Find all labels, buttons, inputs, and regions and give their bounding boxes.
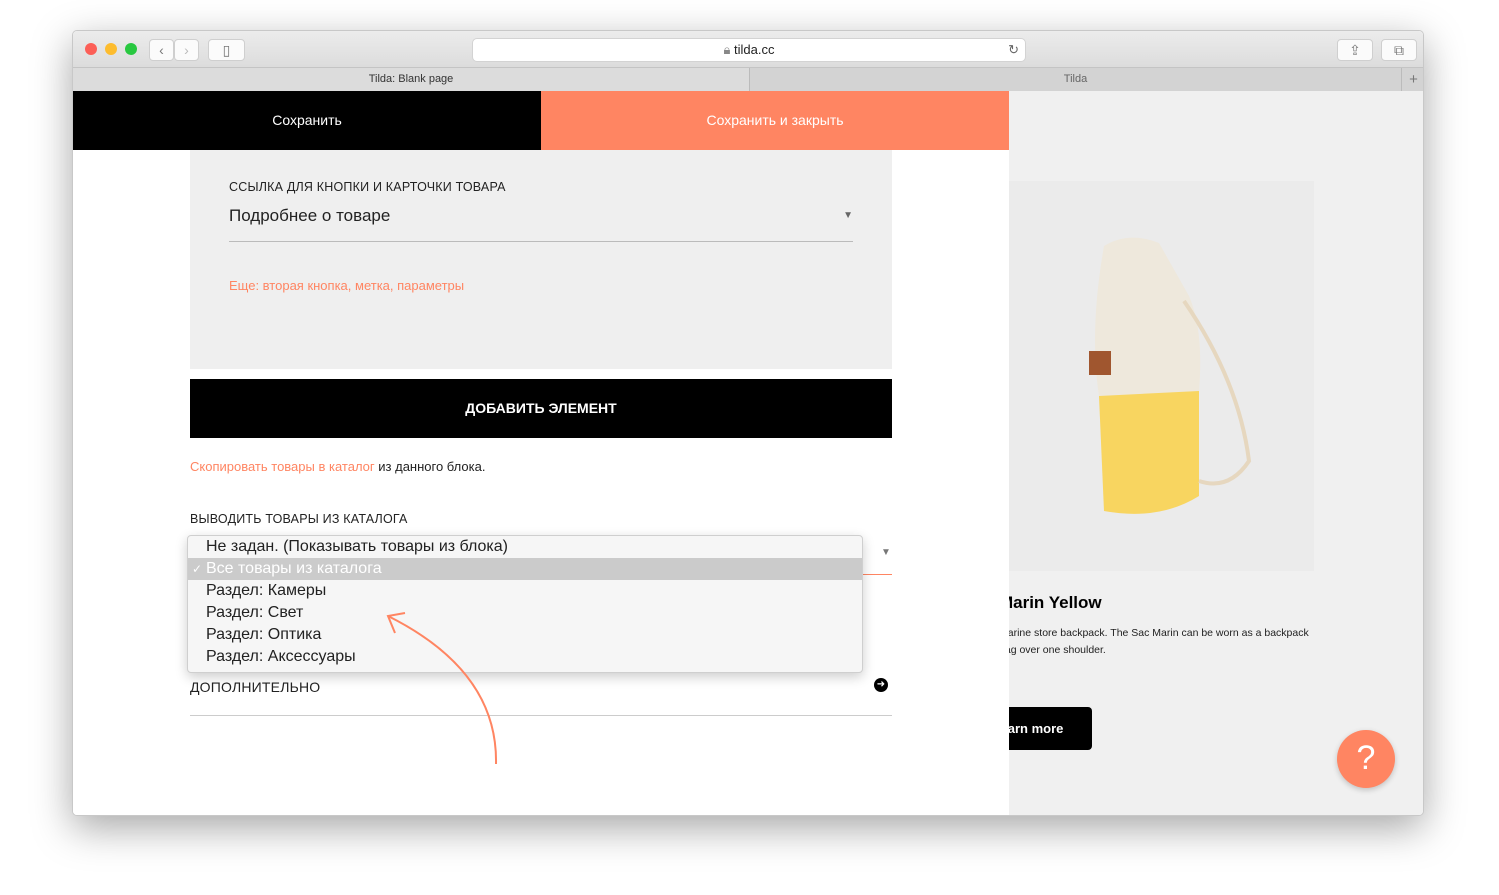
more-options-link[interactable]: Еще: вторая кнопка, метка, параметры — [229, 278, 464, 293]
dropdown-option[interactable]: Раздел: Аксессуары — [188, 646, 862, 668]
catalog-label: ВЫВОДИТЬ ТОВАРЫ ИЗ КАТАЛОГА — [190, 512, 408, 526]
product-image — [1009, 181, 1314, 571]
tab-bar: Tilda: Blank page Tilda + — [73, 68, 1423, 91]
sidebar-icon[interactable]: ▯ — [208, 39, 245, 61]
divider — [190, 715, 892, 716]
save-and-close-button[interactable]: Сохранить и закрыть — [541, 91, 1009, 150]
link-select-value: Подробнее о товаре — [229, 206, 391, 225]
link-field-label: ССЫЛКА ДЛЯ КНОПКИ И КАРТОЧКИ ТОВАРА — [229, 180, 506, 194]
annotation-arrow-icon — [386, 612, 498, 765]
dropdown-option[interactable]: Раздел: Свет — [188, 602, 862, 624]
title-bar: ‹ › ▯ 🔒︎ tilda.cc ↻ ⇪ ⧉ — [73, 31, 1423, 68]
link-select[interactable]: Подробнее о товаре ▼ — [229, 206, 853, 242]
add-element-button[interactable]: ДОБАВИТЬ ЭЛЕМЕНТ — [190, 379, 892, 438]
chevron-down-icon: ▼ — [881, 547, 891, 558]
reload-icon[interactable]: ↻ — [1008, 39, 1019, 61]
url-text: tilda.cc — [734, 42, 775, 57]
copy-products-rest: из данного блока. — [374, 459, 486, 474]
minimize-icon[interactable] — [105, 43, 117, 55]
share-icon[interactable]: ⇪ — [1337, 39, 1373, 61]
tabs-overview-icon[interactable]: ⧉ — [1381, 39, 1417, 61]
product-description: Marinetmarine store backpack. The Sac Ma… — [964, 627, 1309, 656]
chevron-down-icon: ▼ — [843, 210, 853, 221]
dropdown-option[interactable]: Не задан. (Показывать товары из блока) — [188, 536, 862, 558]
maximize-icon[interactable] — [125, 43, 137, 55]
browser-window: ‹ › ▯ 🔒︎ tilda.cc ↻ ⇪ ⧉ Tilda: Blank page… — [72, 30, 1424, 816]
address-bar[interactable]: 🔒︎ tilda.cc ↻ — [472, 38, 1026, 62]
dropdown-option-selected[interactable]: ✓ Все товары из каталога — [188, 558, 862, 580]
help-button[interactable]: ? — [1337, 730, 1395, 788]
tab-tilda[interactable]: Tilda — [749, 68, 1401, 91]
new-tab-button[interactable]: + — [1401, 68, 1423, 91]
dropdown-option[interactable]: Раздел: Камеры — [188, 580, 862, 602]
link-settings-section: ССЫЛКА ДЛЯ КНОПКИ И КАРТОЧКИ ТОВАРА Подр… — [190, 150, 892, 369]
save-button[interactable]: Сохранить — [73, 91, 541, 150]
copy-products-text: Скопировать товары в каталог из данного … — [190, 459, 485, 474]
expand-icon[interactable]: ➜ — [874, 678, 888, 692]
extra-label[interactable]: ДОПОЛНИТЕЛЬНО — [190, 679, 320, 695]
checkmark-icon: ✓ — [192, 562, 203, 576]
back-button[interactable]: ‹ — [149, 39, 174, 61]
lock-icon: 🔒︎ — [723, 42, 731, 57]
copy-products-link[interactable]: Скопировать товары в каталог — [190, 459, 375, 474]
page-content: Sac Marin Yellow Marinetmarine store bac… — [73, 91, 1423, 815]
catalog-dropdown[interactable]: Не задан. (Показывать товары из блока) ✓… — [187, 535, 863, 673]
editor-panel: Сохранить Сохранить и закрыть ССЫЛКА ДЛЯ… — [73, 91, 1009, 815]
option-label: Все товары из каталога — [206, 560, 382, 577]
forward-button[interactable]: › — [174, 39, 199, 61]
close-icon[interactable] — [85, 43, 97, 55]
tab-blank-page[interactable]: Tilda: Blank page — [73, 68, 749, 91]
backpack-image — [1089, 237, 1252, 514]
dropdown-option[interactable]: Раздел: Оптика — [188, 624, 862, 646]
